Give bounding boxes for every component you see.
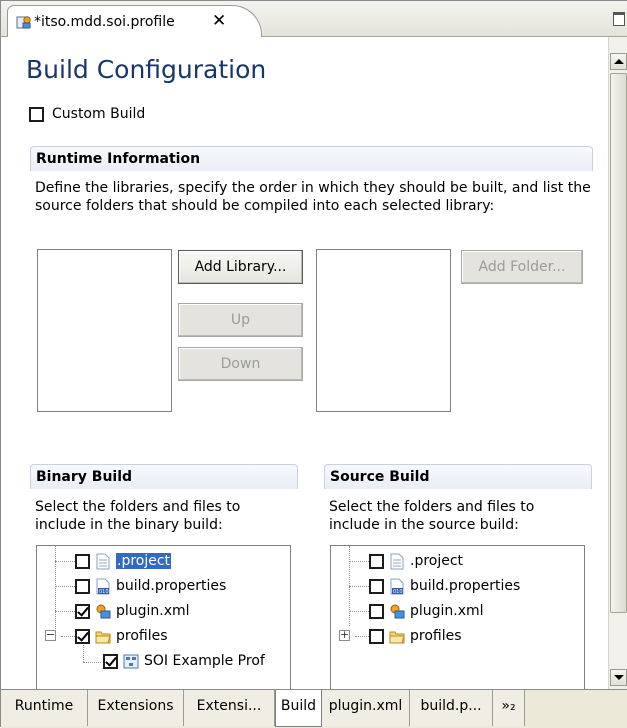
page-title: Build Configuration (26, 55, 267, 84)
tree-item-label: plugin.xml (410, 603, 484, 619)
tree-item-label: plugin.xml (116, 603, 190, 619)
tree-item-label: SOI Example Prof (144, 653, 265, 669)
custom-build-checkbox[interactable] (29, 106, 44, 122)
tree-item-plugin-xml[interactable]: plugin.xml (369, 600, 484, 622)
tree-connector (55, 611, 77, 612)
properties-file-icon: 010 (389, 578, 405, 595)
tab-runtime[interactable]: Runtime (1, 690, 88, 726)
down-button[interactable]: Down (178, 347, 303, 381)
tab-extension-points[interactable]: Extensi... (184, 690, 275, 726)
tree-item-checkbox[interactable] (369, 578, 384, 594)
runtime-information-header: Runtime Information (30, 146, 593, 171)
tree-item-build-properties[interactable]: 010 build.properties (369, 575, 520, 597)
tab-build[interactable]: Build (275, 690, 322, 727)
plugin-manifest-editor: *itso.mdd.soi.profile ✕ Build Configurat… (0, 0, 627, 728)
properties-file-icon: 010 (95, 578, 111, 595)
tree-connector (83, 645, 84, 662)
tree-item-label: .project (114, 552, 173, 570)
svg-text:010: 010 (393, 589, 403, 595)
runtime-information-description: Define the libraries, specify the order … (35, 180, 591, 214)
custom-build-label: Custom Build (52, 106, 146, 122)
tree-connector (55, 561, 77, 562)
tree-connector (349, 561, 371, 562)
profile-file-icon (123, 653, 139, 670)
plugin-file-icon (389, 603, 405, 620)
tree-item-project[interactable]: .project (75, 550, 173, 572)
close-icon[interactable]: ✕ (212, 11, 226, 31)
build-configuration-page: Build Configuration Custom Build Runtime… (1, 37, 608, 689)
tree-item-label: .project (410, 553, 464, 569)
folder-icon (389, 628, 405, 645)
text-file-icon (95, 553, 111, 570)
binary-build-description: Select the folders and files to include … (35, 499, 241, 533)
binary-build-header: Binary Build (30, 464, 298, 489)
plugin-manifest-icon (16, 14, 32, 30)
folder-icon (95, 628, 111, 645)
tree-connector (349, 611, 371, 612)
tree-item-label: build.properties (410, 578, 521, 594)
tree-connector (349, 586, 371, 587)
text-file-icon (389, 553, 405, 570)
tab-build-properties[interactable]: build.p... (410, 690, 493, 726)
editor-page-tabs: Runtime Extensions Extensi... Build plug… (1, 689, 627, 728)
tree-item-label: profiles (116, 628, 168, 644)
collapse-icon[interactable]: − (45, 629, 56, 641)
tree-item-plugin-xml[interactable]: plugin.xml (75, 600, 190, 622)
source-build-description: Select the folders and files to include … (329, 499, 535, 533)
maximize-icon[interactable] (613, 12, 625, 26)
plugin-file-icon (95, 603, 111, 620)
binary-build-tree[interactable]: .project 010 build.properties plugin.xml… (36, 545, 291, 689)
add-library-button[interactable]: Add Library... (178, 250, 303, 284)
editor-tab-title: *itso.mdd.soi.profile (34, 14, 175, 30)
tree-item-checkbox[interactable] (369, 603, 384, 619)
source-build-header: Source Build (324, 464, 592, 489)
tree-item-checkbox[interactable] (369, 553, 384, 569)
scroll-up-icon[interactable] (610, 53, 627, 70)
tree-connector (55, 586, 77, 587)
up-button[interactable]: Up (178, 303, 303, 337)
editor-tab-strip: *itso.mdd.soi.profile ✕ (1, 1, 627, 37)
add-folder-button[interactable]: Add Folder... (461, 250, 583, 284)
scroll-down-icon[interactable] (610, 669, 627, 686)
tab-extensions[interactable]: Extensions (88, 690, 184, 726)
library-list[interactable] (37, 249, 172, 412)
tree-item-checkbox[interactable] (75, 628, 90, 644)
tree-item-checkbox[interactable] (103, 653, 118, 669)
vertical-scrollbar[interactable] (608, 37, 627, 689)
expand-icon[interactable]: + (339, 629, 350, 641)
tree-item-label: profiles (410, 628, 462, 644)
folder-list[interactable] (316, 249, 451, 412)
tab-plugin-xml[interactable]: plugin.xml (322, 690, 410, 726)
custom-build-option[interactable]: Custom Build (29, 106, 145, 122)
editor-tab[interactable]: *itso.mdd.soi.profile ✕ (7, 5, 262, 37)
tree-item-profiles[interactable]: profiles (369, 625, 462, 647)
more-tabs-chevron[interactable]: »₂ (493, 690, 525, 726)
tree-item-project[interactable]: .project (369, 550, 463, 572)
source-build-tree[interactable]: .project 010 build.properties plugin.xml… (330, 545, 585, 689)
scrollbar-thumb[interactable] (610, 73, 627, 613)
tree-item-checkbox[interactable] (369, 628, 384, 644)
svg-text:010: 010 (99, 589, 109, 595)
tree-item-checkbox[interactable] (75, 578, 90, 594)
tree-item-soi-example-profile[interactable]: SOI Example Prof (103, 650, 265, 672)
tree-item-build-properties[interactable]: 010 build.properties (75, 575, 226, 597)
tree-item-checkbox[interactable] (75, 553, 90, 569)
tree-item-profiles[interactable]: profiles (75, 625, 168, 647)
tree-item-label: build.properties (116, 578, 227, 594)
tree-connector (55, 546, 56, 639)
tree-connector (83, 662, 101, 663)
tree-item-checkbox[interactable] (75, 603, 90, 619)
